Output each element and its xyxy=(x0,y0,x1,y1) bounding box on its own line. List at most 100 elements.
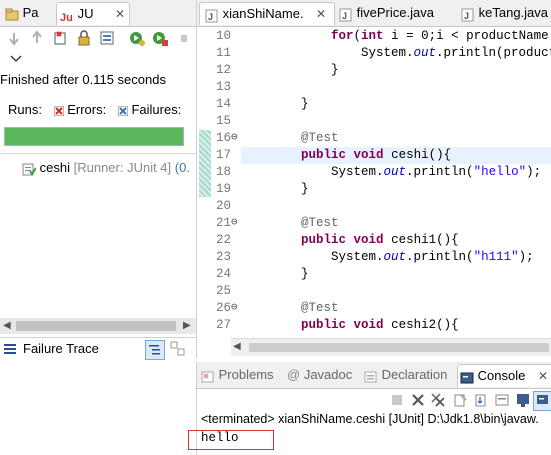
line-number: 26 xyxy=(215,301,231,315)
display-console-icon[interactable] xyxy=(533,391,551,411)
code-area[interactable]: 10 for(int i = 0;i < productName.l 11 Sys… xyxy=(197,28,551,338)
code-text: for(int i = 0;i < productName.l xyxy=(331,29,551,43)
remove-all-terminated-icon[interactable] xyxy=(430,392,446,408)
tab-fiveprice[interactable]: J fivePrice.java xyxy=(337,2,449,24)
divider xyxy=(0,153,196,154)
test-progress-bar xyxy=(4,127,184,146)
next-failure-icon[interactable] xyxy=(6,30,22,46)
line-number: 21 xyxy=(215,216,231,230)
output-highlight-box xyxy=(188,430,274,450)
terminated-status-line: <terminated> xianShiName.ceshi [JUnit] D… xyxy=(201,412,539,426)
view-menu-chevron-down-icon[interactable] xyxy=(10,52,26,68)
rerun-test-icon[interactable] xyxy=(129,30,145,46)
code-line[interactable]: 23 System.out.println("h111"); xyxy=(197,249,551,266)
rerun-failed-first-icon[interactable] xyxy=(152,30,168,46)
stop-icon[interactable] xyxy=(176,30,192,46)
run-status-text: Finished after 0.115 seconds xyxy=(0,72,166,87)
code-line[interactable]: 25 xyxy=(197,283,551,300)
code-line[interactable]: 22 public void ceshi1(){ xyxy=(197,232,551,249)
line-number: 24 xyxy=(215,267,231,281)
code-line[interactable]: 11 System.out.println(productN xyxy=(197,45,551,62)
close-icon[interactable]: ✕ xyxy=(316,3,326,25)
code-text: @Test xyxy=(301,216,339,230)
fold-toggle-icon[interactable]: ⊖ xyxy=(231,215,238,232)
scroll-left-icon[interactable]: ◀ xyxy=(233,341,241,352)
line-number: 27 xyxy=(215,318,231,332)
tab-problems[interactable]: Problems xyxy=(199,364,279,386)
junit-toolbar xyxy=(0,27,196,62)
code-text: System.out.println("hello"); xyxy=(271,165,542,179)
line-number: 17 xyxy=(215,148,231,162)
code-line[interactable]: 10 for(int i = 0;i < productName.l xyxy=(197,28,551,45)
tab-declaration-label: Declaration xyxy=(381,367,448,382)
svg-text:J: J xyxy=(342,11,347,21)
counters-row: Runs: Errors: Failures: xyxy=(8,102,181,118)
horizontal-scrollbar[interactable]: ◀ ▶ xyxy=(0,318,196,334)
scroll-left-icon[interactable]: ◀ xyxy=(3,320,11,331)
svg-text:J: J xyxy=(464,11,469,21)
code-line[interactable]: 13 xyxy=(197,79,551,96)
test-tree-item[interactable]: ceshi [Runner: JUnit 4] (0. xyxy=(22,160,196,178)
code-line[interactable]: 20 xyxy=(197,198,551,215)
line-number: 13 xyxy=(215,80,231,94)
close-icon[interactable]: ✕ xyxy=(115,3,125,25)
remove-launch-icon[interactable] xyxy=(410,392,426,408)
fold-toggle-icon[interactable]: ⊖ xyxy=(231,300,238,317)
editor-horizontal-scrollbar[interactable]: ◀ xyxy=(231,338,551,356)
code-line[interactable]: 24 } xyxy=(197,266,551,283)
code-line[interactable]: 17 public void ceshi(){ xyxy=(197,147,551,164)
line-number: 23 xyxy=(215,250,231,264)
code-text: public void ceshi2(){ xyxy=(301,318,459,332)
line-number: 14 xyxy=(215,97,231,111)
previous-failure-icon[interactable] xyxy=(29,30,45,46)
pin-console-icon[interactable] xyxy=(515,392,531,408)
clear-console-icon[interactable] xyxy=(452,392,468,408)
code-line[interactable]: 27 public void ceshi2(){ xyxy=(197,317,551,334)
scrollbar-thumb[interactable] xyxy=(16,321,176,331)
terminate-icon[interactable] xyxy=(389,392,405,408)
test-class-icon xyxy=(22,160,40,176)
code-line[interactable]: 19 } xyxy=(197,181,551,198)
filter-stack-trace-icon[interactable] xyxy=(145,340,165,360)
tab-xianshiname[interactable]: J xianShiName. ✕ xyxy=(199,2,335,25)
code-line[interactable]: 16 ⊖ @Test xyxy=(197,130,551,147)
test-name: ceshi xyxy=(39,160,70,175)
scrollbar-thumb[interactable] xyxy=(249,343,549,352)
console-toolbar xyxy=(387,390,551,411)
fold-toggle-icon[interactable]: ⊖ xyxy=(231,130,238,147)
scroll-lock-icon[interactable] xyxy=(473,392,489,408)
code-line[interactable]: 18 System.out.println("hello"); xyxy=(197,164,551,181)
tab-ketang[interactable]: J keTang.java xyxy=(459,2,551,24)
scroll-right-icon[interactable]: ▶ xyxy=(183,320,191,331)
history-icon[interactable] xyxy=(99,30,115,46)
word-wrap-icon[interactable] xyxy=(494,392,510,408)
tab-package-explorer[interactable]: Pa xyxy=(2,2,46,24)
code-line[interactable]: 26 ⊖ @Test xyxy=(197,300,551,317)
tab-xianshiname-label: xianShiName. xyxy=(222,6,304,21)
failure-trace-header: Failure Trace xyxy=(0,337,196,360)
tab-package-explorer-label: Pa xyxy=(22,5,39,20)
tab-declaration[interactable]: Declaration xyxy=(362,364,452,386)
code-line[interactable]: 15 xyxy=(197,113,551,130)
test-time: (0. xyxy=(174,160,190,175)
show-failures-only-icon[interactable] xyxy=(53,30,69,46)
close-icon[interactable]: ✕ xyxy=(538,365,548,387)
line-number: 11 xyxy=(215,46,231,60)
code-text: System.out.println(productN xyxy=(271,46,551,60)
code-text: } xyxy=(271,97,309,111)
code-line[interactable]: 14 } xyxy=(197,96,551,113)
code-text: System.out.println("h111"); xyxy=(271,250,534,264)
tab-console-label: Console xyxy=(477,368,526,383)
scroll-lock-icon[interactable] xyxy=(76,30,92,46)
tab-javadoc[interactable]: @ Javadoc xyxy=(285,364,355,386)
code-line[interactable]: 21 ⊖ @Test xyxy=(197,215,551,232)
code-line[interactable]: 12 } xyxy=(197,62,551,79)
line-number: 25 xyxy=(215,284,231,298)
console-icon xyxy=(460,370,474,384)
line-number: 10 xyxy=(215,29,231,43)
tab-junit[interactable]: Ju JU ✕ xyxy=(56,2,130,25)
java-file-icon: J xyxy=(461,7,475,22)
package-explorer-icon xyxy=(5,7,19,21)
tab-console[interactable]: Console ✕ xyxy=(457,364,551,387)
compare-result-icon[interactable] xyxy=(170,341,186,360)
